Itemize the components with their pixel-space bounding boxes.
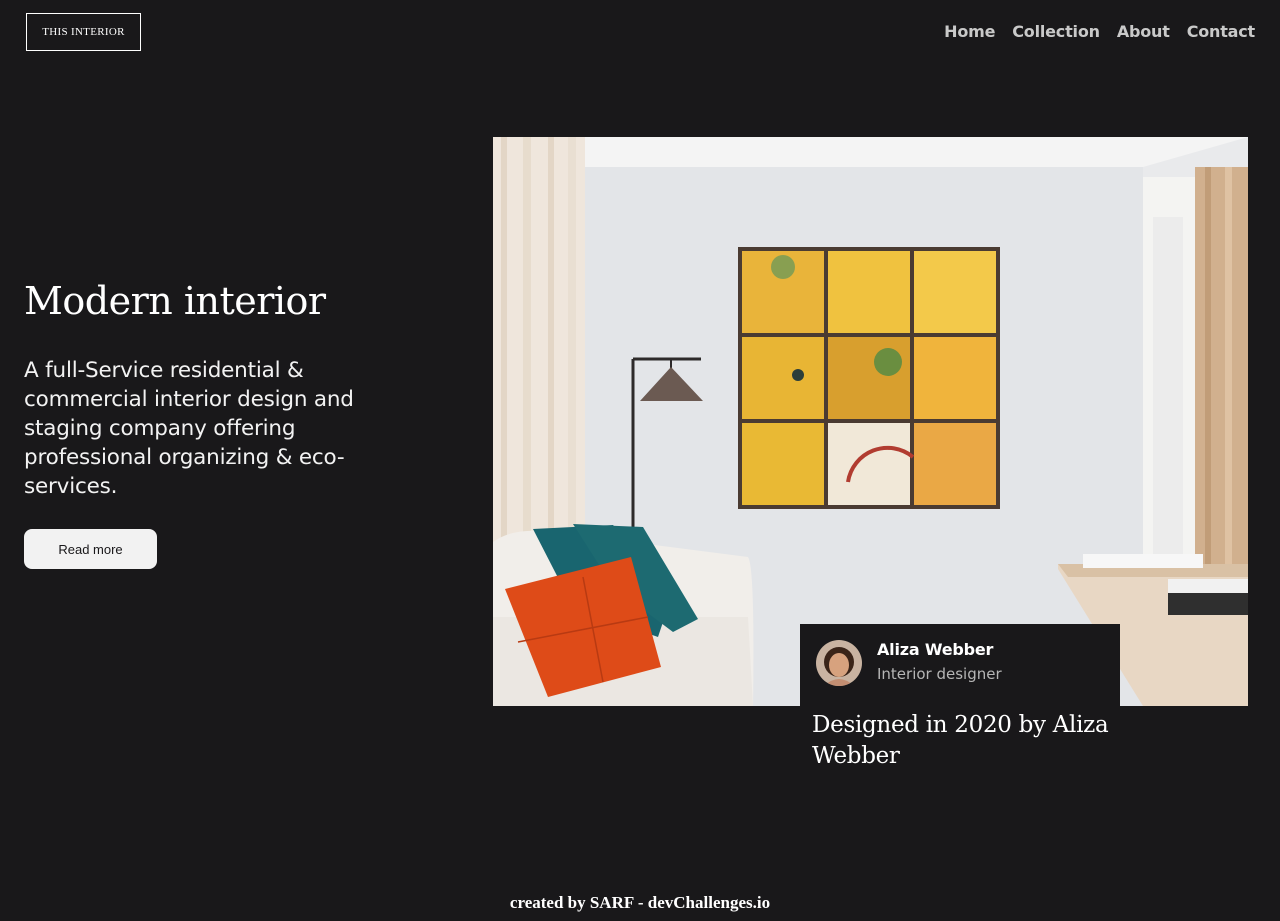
- read-more-button[interactable]: Read more: [24, 529, 157, 569]
- nav-contact[interactable]: Contact: [1187, 22, 1256, 41]
- designer-card: Aliza Webber Interior designer: [800, 624, 1120, 706]
- nav-collection[interactable]: Collection: [1012, 22, 1100, 41]
- hero-title: Modern interior: [24, 279, 326, 323]
- footer-credit: created by SARF - devChallenges.io: [509, 893, 771, 912]
- designer-role: Interior designer: [877, 665, 1002, 683]
- main-nav: Home Collection About Contact: [944, 22, 1255, 41]
- photo-caption: Designed in 2020 by Aliza Webber: [812, 712, 1109, 769]
- nav-home[interactable]: Home: [944, 22, 995, 41]
- interior-photo: [493, 137, 1248, 706]
- designer-name: Aliza Webber: [877, 640, 994, 659]
- nav-about[interactable]: About: [1117, 22, 1170, 41]
- hero-description: A full-Service residential & commercial …: [24, 358, 354, 499]
- logo[interactable]: THIS INTERIOR: [26, 13, 141, 51]
- designer-avatar: [816, 640, 862, 686]
